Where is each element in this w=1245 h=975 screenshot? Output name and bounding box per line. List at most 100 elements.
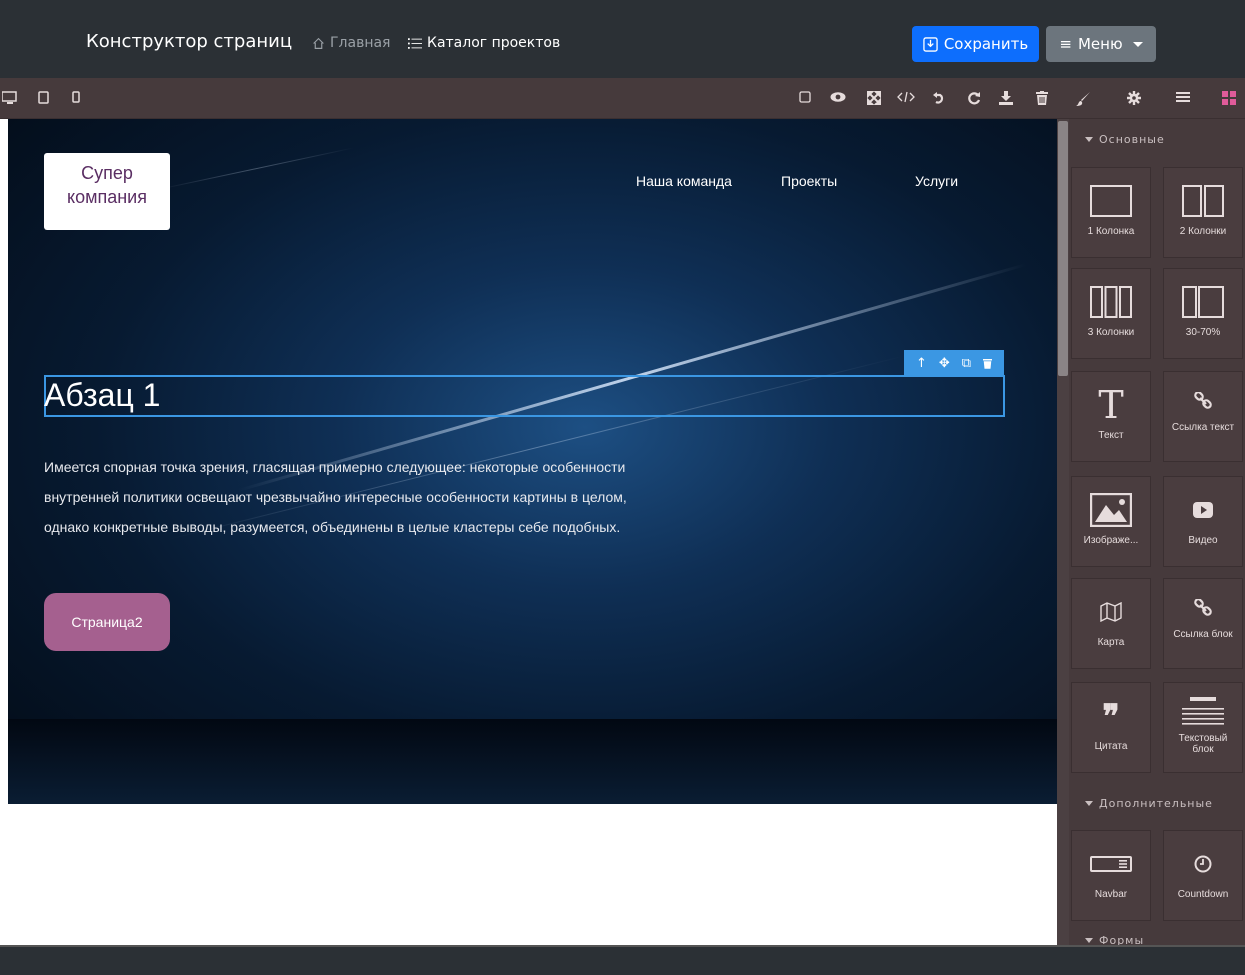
logo-line2: компания	[67, 187, 147, 207]
nav-link-team[interactable]: Наша команда	[636, 173, 732, 189]
arrow-up-icon[interactable]: ↑	[916, 356, 927, 371]
block-label: Видео	[1188, 535, 1218, 546]
nav-catalog-link[interactable]: Каталог проектов	[408, 35, 560, 51]
category-extra-title: Дополнительные	[1099, 797, 1213, 810]
block-label: Изображе...	[1083, 535, 1139, 546]
block-image[interactable]: Изображе...	[1071, 476, 1151, 567]
block-label: 1 Колонка	[1087, 226, 1135, 237]
block-three-columns[interactable]: 3 Колонки	[1071, 268, 1151, 359]
trash-icon[interactable]	[1036, 91, 1048, 105]
block-label: Карта	[1097, 637, 1125, 648]
blocks-icon[interactable]	[1222, 91, 1236, 105]
gear-icon[interactable]	[1127, 91, 1141, 105]
block-label: 2 Колонки	[1179, 226, 1227, 237]
block-30-70[interactable]: 30-70%	[1163, 268, 1243, 359]
save-label: Сохранить	[943, 35, 1029, 53]
nav-link-projects[interactable]: Проекты	[781, 173, 837, 189]
block-video[interactable]: Видео	[1163, 476, 1243, 567]
fullscreen-icon[interactable]	[867, 91, 881, 105]
block-link-text[interactable]: Ссылка текст	[1163, 371, 1243, 462]
selected-element-outline[interactable]	[44, 375, 1005, 417]
category-forms[interactable]: Формы	[1085, 934, 1144, 945]
code-icon[interactable]	[897, 91, 915, 103]
save-button[interactable]: Сохранить	[912, 26, 1039, 62]
block-map[interactable]: Карта	[1071, 578, 1151, 669]
eye-icon[interactable]	[830, 91, 846, 103]
menu-dropdown-button[interactable]: ≡ Меню	[1046, 26, 1156, 62]
caret-down-icon	[1085, 137, 1093, 142]
top-navbar: Конструктор страниц Главная Каталог прое…	[0, 0, 1245, 78]
company-logo[interactable]: Супер компания	[44, 153, 170, 230]
category-basic-title: Основные	[1099, 133, 1165, 146]
block-one-column[interactable]: 1 Колонка	[1071, 167, 1151, 258]
tablet-icon[interactable]	[38, 91, 49, 104]
clock-icon	[1194, 855, 1212, 873]
map-icon	[1100, 602, 1122, 622]
block-label: Текст	[1098, 430, 1124, 441]
block-text-block[interactable]: Текстовый блок	[1163, 682, 1243, 773]
brush-icon[interactable]	[1075, 91, 1091, 107]
link-block-icon	[1194, 599, 1212, 616]
editor-toolbar	[0, 78, 1245, 119]
square-icon[interactable]	[799, 91, 811, 103]
block-label: Цитата	[1094, 741, 1128, 752]
mobile-icon[interactable]	[72, 91, 80, 103]
block-two-columns[interactable]: 2 Колонки	[1163, 167, 1243, 258]
nav-home-label: Главная	[330, 35, 391, 51]
category-extra[interactable]: Дополнительные	[1085, 797, 1213, 810]
text-block-icon	[1182, 697, 1224, 725]
menu-label: Меню	[1077, 35, 1123, 53]
one-column-icon	[1090, 185, 1132, 217]
editor-canvas[interactable]: Супер компания Наша команда Проекты Услу…	[8, 119, 1057, 945]
hero-heading[interactable]: Абзац 1	[44, 377, 160, 414]
hamburger-icon: ≡	[1059, 35, 1072, 53]
navbar-icon	[1090, 856, 1132, 872]
logo-line1: Супер	[81, 163, 133, 183]
block-countdown[interactable]: Countdown	[1163, 830, 1243, 921]
redo-icon[interactable]	[967, 91, 981, 105]
block-label: Текстовый блок	[1178, 733, 1228, 755]
copy-icon[interactable]: ⧉	[962, 356, 971, 371]
page2-button[interactable]: Страница2	[44, 593, 170, 651]
caret-down-icon	[1085, 801, 1093, 806]
text-icon: T	[1098, 383, 1124, 427]
trash-icon[interactable]	[983, 358, 992, 369]
image-icon	[1090, 493, 1132, 527]
bottom-bar	[0, 945, 1245, 975]
block-label: Navbar	[1094, 889, 1128, 900]
light-streak-top	[157, 147, 354, 190]
block-text[interactable]: T Текст	[1071, 371, 1151, 462]
move-icon[interactable]: ✥	[939, 356, 950, 371]
video-icon	[1193, 502, 1213, 518]
hero-paragraph[interactable]: Имеется спорная точка зрения, гласящая п…	[44, 452, 664, 542]
block-link-block[interactable]: Ссылка блок	[1163, 578, 1243, 669]
nav-catalog-label: Каталог проектов	[427, 35, 561, 51]
list-icon	[408, 37, 422, 49]
quote-icon: ❞	[1102, 697, 1120, 735]
two-columns-icon	[1182, 185, 1224, 217]
hero-section[interactable]: Супер компания Наша команда Проекты Услу…	[8, 119, 1057, 804]
app-brand[interactable]: Конструктор страниц	[86, 31, 292, 52]
nav-home-link[interactable]: Главная	[312, 35, 390, 51]
block-quote[interactable]: ❞ Цитата	[1071, 682, 1151, 773]
split-30-70-icon	[1182, 286, 1224, 318]
block-label: Ссылка текст	[1171, 422, 1235, 433]
home-icon	[313, 37, 324, 49]
block-label: Ссылка блок	[1173, 629, 1233, 640]
block-navbar[interactable]: Navbar	[1071, 830, 1151, 921]
layers-icon[interactable]	[1176, 91, 1190, 103]
category-basic[interactable]: Основные	[1085, 133, 1165, 146]
caret-down-icon	[1085, 938, 1093, 943]
selection-toolbar: ↑ ✥ ⧉	[904, 350, 1004, 376]
block-label: Countdown	[1177, 889, 1229, 900]
hero-bottom-band	[8, 719, 1057, 804]
three-columns-icon	[1090, 286, 1132, 318]
undo-icon[interactable]	[932, 91, 946, 105]
canvas-scrollbar-thumb[interactable]	[1058, 121, 1068, 376]
category-forms-title: Формы	[1099, 934, 1145, 945]
save-icon	[923, 36, 938, 52]
nav-link-services[interactable]: Услуги	[915, 173, 958, 189]
desktop-icon[interactable]	[2, 91, 18, 105]
caret-down-icon	[1132, 41, 1143, 47]
download-icon[interactable]	[999, 91, 1013, 105]
